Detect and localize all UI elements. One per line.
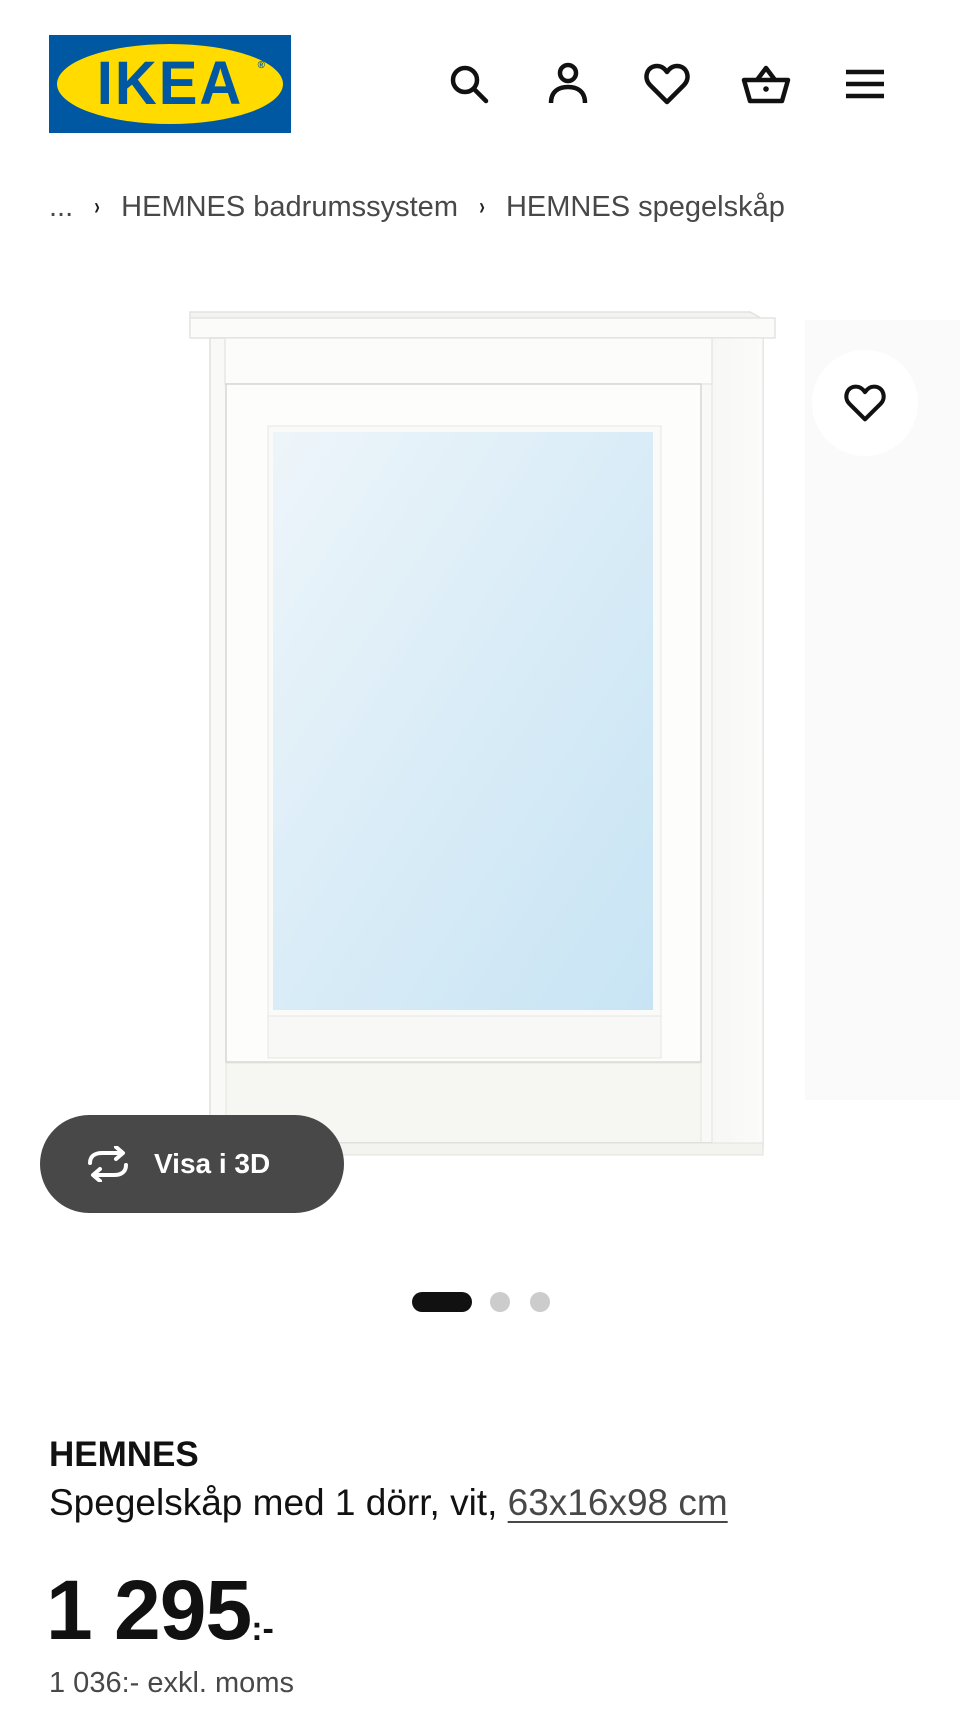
- account-icon[interactable]: [542, 58, 594, 110]
- image-pagination: [0, 1292, 960, 1312]
- breadcrumb: ... › HEMNES badrumssystem › HEMNES speg…: [49, 186, 785, 228]
- add-to-favourites-button[interactable]: [812, 350, 918, 456]
- breadcrumb-item-bathroom-system[interactable]: HEMNES badrumssystem: [121, 191, 458, 224]
- rotate-3d-icon: [82, 1146, 134, 1182]
- view-in-3d-label: Visa i 3D: [154, 1148, 271, 1179]
- product-dimensions-link[interactable]: 63x16x98 cm: [508, 1482, 728, 1523]
- pagination-dot-3[interactable]: [530, 1292, 550, 1312]
- ikea-logo[interactable]: IKEA ®: [49, 35, 291, 133]
- product-price: 1 295 :-: [46, 1568, 274, 1652]
- menu-icon[interactable]: [839, 58, 891, 110]
- product-name: HEMNES: [49, 1435, 199, 1474]
- chevron-right-icon: ›: [479, 193, 485, 220]
- price-excluding-vat: 1 036:- exkl. moms: [49, 1667, 294, 1699]
- pagination-dot-2[interactable]: [490, 1292, 510, 1312]
- view-in-3d-button[interactable]: Visa i 3D: [40, 1115, 344, 1213]
- price-suffix: :-: [251, 1610, 274, 1648]
- breadcrumb-item-mirror-cabinet[interactable]: HEMNES spegelskåp: [506, 191, 785, 224]
- search-icon[interactable]: [443, 58, 495, 110]
- favourites-icon[interactable]: [641, 58, 693, 110]
- heart-icon: [844, 384, 886, 422]
- cart-icon[interactable]: [740, 58, 792, 110]
- product-description: Spegelskåp med 1 dörr, vit, 63x16x98 cm: [49, 1482, 728, 1524]
- chevron-right-icon: ›: [94, 193, 100, 220]
- breadcrumb-ellipsis[interactable]: ...: [49, 191, 73, 224]
- pagination-dot-1[interactable]: [412, 1292, 472, 1312]
- logo-oval: IKEA ®: [57, 44, 283, 124]
- price-amount: 1 295: [46, 1563, 252, 1657]
- product-description-text: Spegelskåp med 1 dörr, vit,: [49, 1482, 498, 1523]
- logo-wordmark: IKEA: [96, 49, 244, 118]
- site-header: IKEA ®: [0, 0, 960, 150]
